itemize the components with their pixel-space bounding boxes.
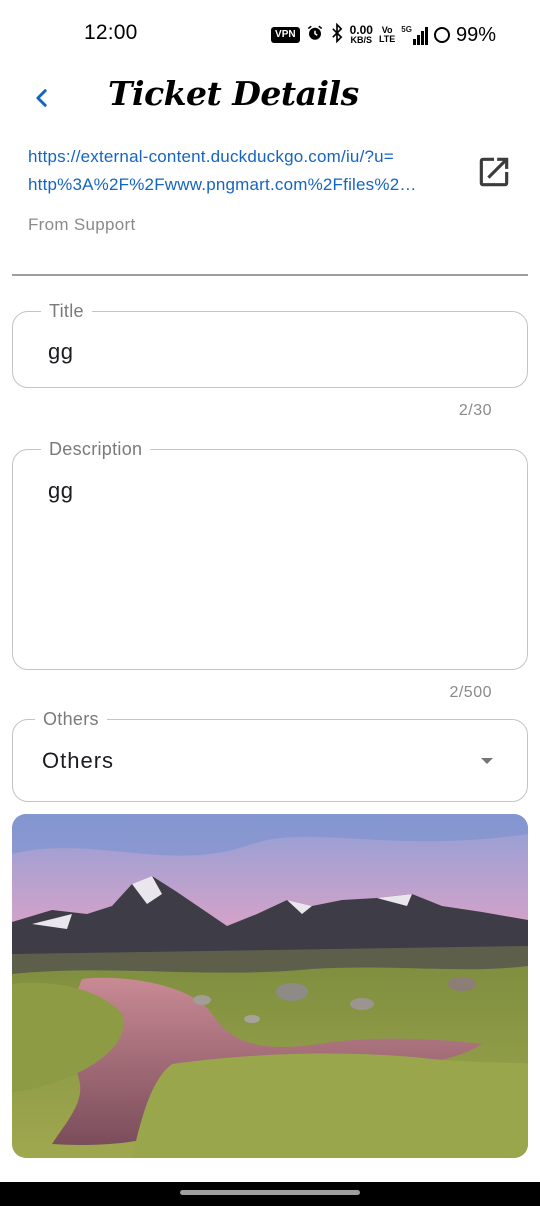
- app-bar: Ticket Details: [0, 68, 540, 128]
- category-dropdown-label: Others: [35, 707, 107, 731]
- open-link-button[interactable]: [474, 152, 514, 192]
- gesture-handle[interactable]: [180, 1190, 360, 1195]
- network-speed: 0.00 KB/S: [349, 23, 373, 45]
- dropdown-arrow-icon: [481, 758, 493, 764]
- attachment-link-line-2[interactable]: http%3A%2F%2Fwww.pngmart.com%2Ffiles%2…: [28, 171, 458, 199]
- category-dropdown[interactable]: Others Others: [12, 707, 528, 802]
- description-char-counter: 2/500: [449, 684, 492, 701]
- volte-indicator: Vo LTE: [378, 25, 396, 44]
- signal-icon: 5G: [401, 25, 428, 45]
- title-field-value[interactable]: gg: [48, 339, 73, 365]
- back-button[interactable]: [24, 80, 60, 116]
- chevron-left-icon: [36, 89, 47, 107]
- attachment-link[interactable]: https://external-content.duckduckgo.com/…: [28, 143, 458, 199]
- description-field[interactable]: Description gg: [12, 437, 528, 670]
- status-bar: 12:00 VPN 0.00 KB/S Vo LTE 5G 99%: [0, 0, 540, 68]
- description-field-label: Description: [41, 437, 151, 461]
- open-in-new-icon: [479, 157, 509, 187]
- bluetooth-icon: [330, 22, 344, 48]
- description-field-value[interactable]: gg: [48, 478, 73, 504]
- category-dropdown-value: Others: [42, 748, 115, 773]
- status-time: 12:00: [84, 21, 138, 44]
- attachment-source: From Support: [28, 215, 136, 234]
- title-field-label: Title: [41, 299, 92, 323]
- title-char-counter: 2/30: [458, 402, 492, 419]
- vpn-badge: VPN: [271, 27, 300, 43]
- page-title: Ticket Details: [108, 74, 359, 113]
- divider: [12, 274, 528, 276]
- alarm-icon: [306, 24, 324, 47]
- battery-icon: [433, 27, 450, 43]
- status-icons: VPN 0.00 KB/S Vo LTE 5G 99%: [271, 22, 496, 48]
- system-navigation-bar: [0, 1182, 540, 1206]
- title-field[interactable]: Title gg: [12, 299, 528, 388]
- battery-level: 99%: [455, 23, 496, 46]
- attachment-image[interactable]: [12, 814, 528, 1158]
- attachment-link-line-1[interactable]: https://external-content.duckduckgo.com/…: [28, 143, 458, 171]
